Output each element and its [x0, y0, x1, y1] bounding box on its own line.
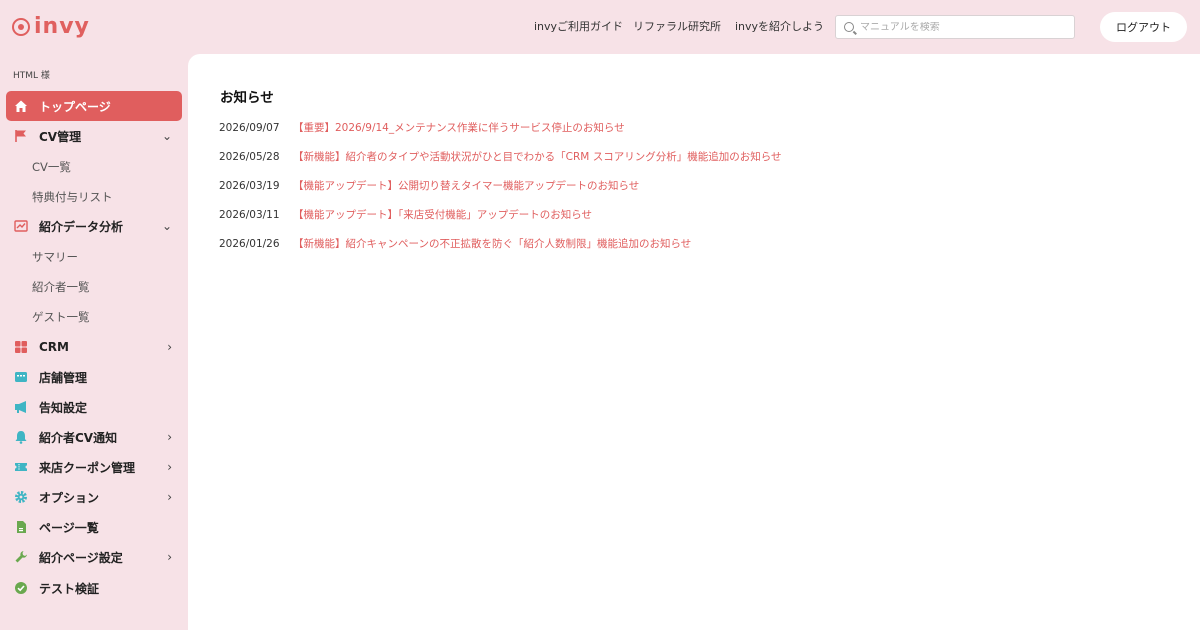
- check-circle-icon: [14, 581, 28, 595]
- news-item: 2026/03/11 【機能アップデート】「来店受付機能」アップデートのお知らせ: [219, 207, 592, 222]
- news-link[interactable]: 【重要】2026/9/14_メンテナンス作業に伴うサービス停止のお知らせ: [293, 120, 625, 135]
- sidebar-item-coupon-management[interactable]: 来店クーポン管理 ›: [6, 452, 182, 482]
- sidebar-item-test-verification[interactable]: テスト検証: [6, 573, 182, 603]
- news-date: 2026/03/19: [219, 179, 280, 192]
- logo-eye-icon: [12, 18, 30, 36]
- sidebar-item-label: テスト検証: [39, 581, 100, 596]
- chevron-right-icon: ›: [167, 340, 172, 354]
- main-content: お知らせ 2026/09/07 【重要】2026/9/14_メンテナンス作業に伴…: [188, 54, 1200, 630]
- ticket-icon: [14, 460, 28, 474]
- chevron-down-icon: ⌄: [161, 129, 172, 143]
- sidebar-item-crm[interactable]: CRM ›: [6, 332, 182, 362]
- page-title: お知らせ: [220, 90, 274, 106]
- flag-icon: [14, 129, 28, 143]
- store-icon: [14, 370, 28, 384]
- home-icon: [14, 99, 28, 113]
- sidebar-item-label: 紹介ページ設定: [39, 550, 123, 565]
- logout-button[interactable]: ログアウト: [1100, 12, 1187, 42]
- invy-logo[interactable]: invy: [12, 13, 90, 41]
- sidebar-subitem-referrer-list[interactable]: 紹介者一覧: [32, 279, 90, 295]
- sidebar-item-referral-page-settings[interactable]: 紹介ページ設定 ›: [6, 542, 182, 572]
- news-date: 2026/05/28: [219, 150, 280, 163]
- chevron-down-icon: ⌄: [161, 219, 172, 233]
- sidebar-item-announcement-settings[interactable]: 告知設定: [6, 392, 182, 422]
- bell-icon: [14, 430, 28, 444]
- chevron-right-icon: ›: [167, 550, 172, 564]
- logo-text: invy: [34, 14, 90, 39]
- sidebar-item-referral-analytics[interactable]: 紹介データ分析 ⌄: [6, 211, 182, 241]
- grid-icon: [14, 340, 28, 354]
- news-date: 2026/03/11: [219, 208, 280, 221]
- header: invy invyご利用ガイド リファラル研究所 invyを紹介しよう ログアウ…: [0, 0, 1200, 54]
- sidebar-item-label: オプション: [39, 490, 100, 505]
- news-date: 2026/01/26: [219, 237, 280, 250]
- gear-icon: [14, 490, 28, 504]
- sidebar: HTML 様 トップページ CV管理 ⌄ CV一覧 特典付与リスト 紹介データ分…: [0, 54, 188, 630]
- sidebar-item-label: 紹介データ分析: [39, 219, 124, 234]
- news-link[interactable]: 【新機能】紹介者のタイプや活動状況がひと目でわかる「CRM スコアリング分析」機…: [293, 149, 782, 164]
- sidebar-item-page-list[interactable]: ページ一覧: [6, 512, 182, 542]
- sidebar-item-label: 店舗管理: [39, 370, 88, 385]
- chevron-right-icon: ›: [167, 490, 172, 504]
- news-item: 2026/05/28 【新機能】紹介者のタイプや活動状況がひと目でわかる「CRM…: [219, 149, 782, 164]
- sidebar-item-options[interactable]: オプション ›: [6, 482, 182, 512]
- sidebar-item-label: CV管理: [39, 129, 82, 144]
- chevron-right-icon: ›: [167, 460, 172, 474]
- sidebar-subitem-reward-list[interactable]: 特典付与リスト: [32, 189, 113, 205]
- chart-icon: [14, 219, 28, 233]
- sidebar-item-cv-management[interactable]: CV管理 ⌄: [6, 121, 182, 151]
- wrench-icon: [14, 550, 28, 564]
- sidebar-item-label: 来店クーポン管理: [39, 460, 136, 475]
- sidebar-item-label: 紹介者CV通知: [39, 430, 118, 445]
- news-item: 2026/03/19 【機能アップデート】公開切り替えタイマー機能アップデートの…: [219, 178, 639, 193]
- sidebar-item-store-management[interactable]: 店舗管理: [6, 362, 182, 392]
- sidebar-subitem-cv-list[interactable]: CV一覧: [32, 159, 71, 175]
- nav-guide-link[interactable]: invyご利用ガイド: [534, 19, 623, 35]
- news-link[interactable]: 【機能アップデート】「来店受付機能」アップデートのお知らせ: [293, 207, 592, 222]
- sidebar-item-referrer-cv-notification[interactable]: 紹介者CV通知 ›: [6, 422, 182, 452]
- sidebar-item-label: トップページ: [39, 99, 111, 114]
- search-icon: [844, 22, 854, 32]
- chevron-right-icon: ›: [167, 430, 172, 444]
- sidebar-item-top-page[interactable]: トップページ: [6, 91, 182, 121]
- nav-referral-lab-link[interactable]: リファラル研究所: [633, 19, 721, 35]
- news-link[interactable]: 【機能アップデート】公開切り替えタイマー機能アップデートのお知らせ: [293, 178, 639, 193]
- user-name-label: HTML 様: [13, 71, 50, 81]
- search-input[interactable]: [860, 21, 1060, 33]
- news-date: 2026/09/07: [219, 121, 280, 134]
- sidebar-item-label: ページ一覧: [39, 520, 99, 535]
- megaphone-icon: [14, 400, 28, 414]
- page-icon: [14, 520, 28, 534]
- search-box[interactable]: [835, 15, 1075, 39]
- news-link[interactable]: 【新機能】紹介キャンペーンの不正拡散を防ぐ「紹介人数制限」機能追加のお知らせ: [293, 236, 691, 251]
- sidebar-subitem-summary[interactable]: サマリー: [32, 249, 78, 265]
- sidebar-item-label: CRM: [39, 340, 69, 354]
- news-item: 2026/09/07 【重要】2026/9/14_メンテナンス作業に伴うサービス…: [219, 120, 625, 135]
- sidebar-subitem-guest-list[interactable]: ゲスト一覧: [32, 309, 90, 325]
- nav-invite-link[interactable]: invyを紹介しよう: [735, 19, 824, 35]
- news-item: 2026/01/26 【新機能】紹介キャンペーンの不正拡散を防ぐ「紹介人数制限」…: [219, 236, 691, 251]
- sidebar-item-label: 告知設定: [39, 400, 88, 415]
